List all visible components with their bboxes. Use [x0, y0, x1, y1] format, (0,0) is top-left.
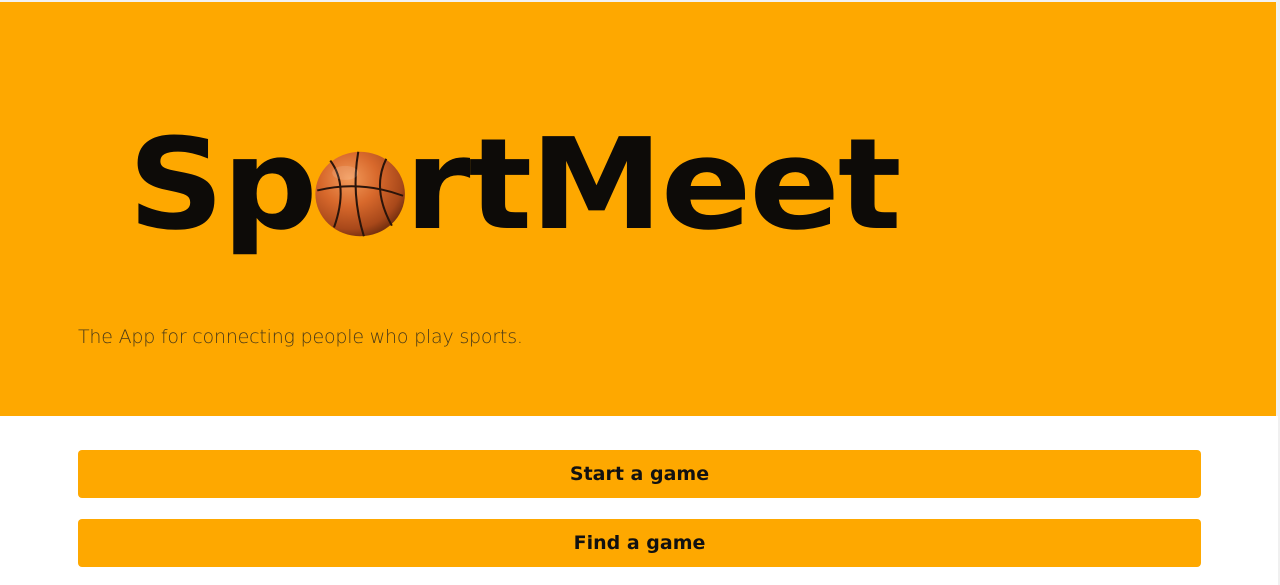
app-logo: Sp rtMeet	[128, 110, 902, 260]
start-game-button[interactable]: Start a game	[78, 450, 1201, 498]
logo-text-start: Sp	[128, 111, 318, 258]
find-game-button[interactable]: Find a game	[78, 519, 1201, 567]
basketball-icon	[313, 150, 406, 238]
tagline: The App for connecting people who play s…	[78, 326, 523, 348]
hero-banner: Sp rtMeet The App for connecting people …	[0, 0, 1278, 416]
logo-text-end: rtMeet	[404, 111, 902, 258]
